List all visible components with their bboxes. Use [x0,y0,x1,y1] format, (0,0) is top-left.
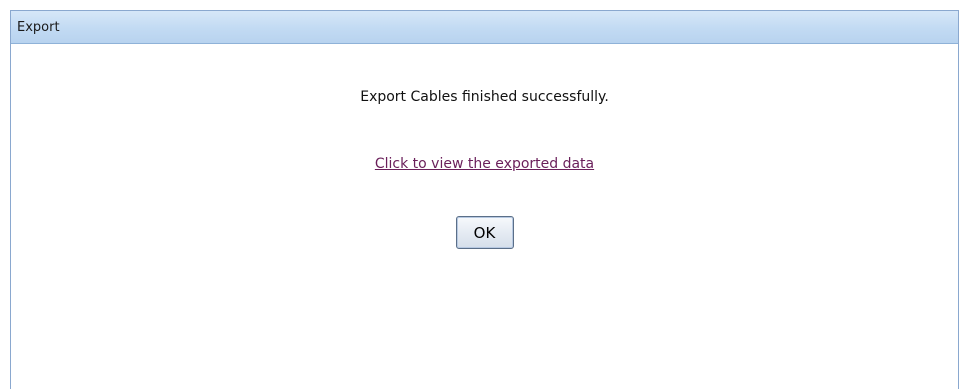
view-exported-data-link[interactable]: Click to view the exported data [375,156,594,172]
export-dialog: Export Export Cables finished successful… [10,10,959,389]
ok-button[interactable]: OK [455,216,514,249]
view-data-link-row: Click to view the exported data [11,153,958,172]
dialog-title-bar: Export [11,11,958,44]
dialog-title: Export [17,19,60,35]
ok-button-row: OK [11,216,958,249]
dialog-content: Export Cables finished successfully. Cli… [11,44,958,389]
success-message: Export Cables finished successfully. [360,89,609,105]
